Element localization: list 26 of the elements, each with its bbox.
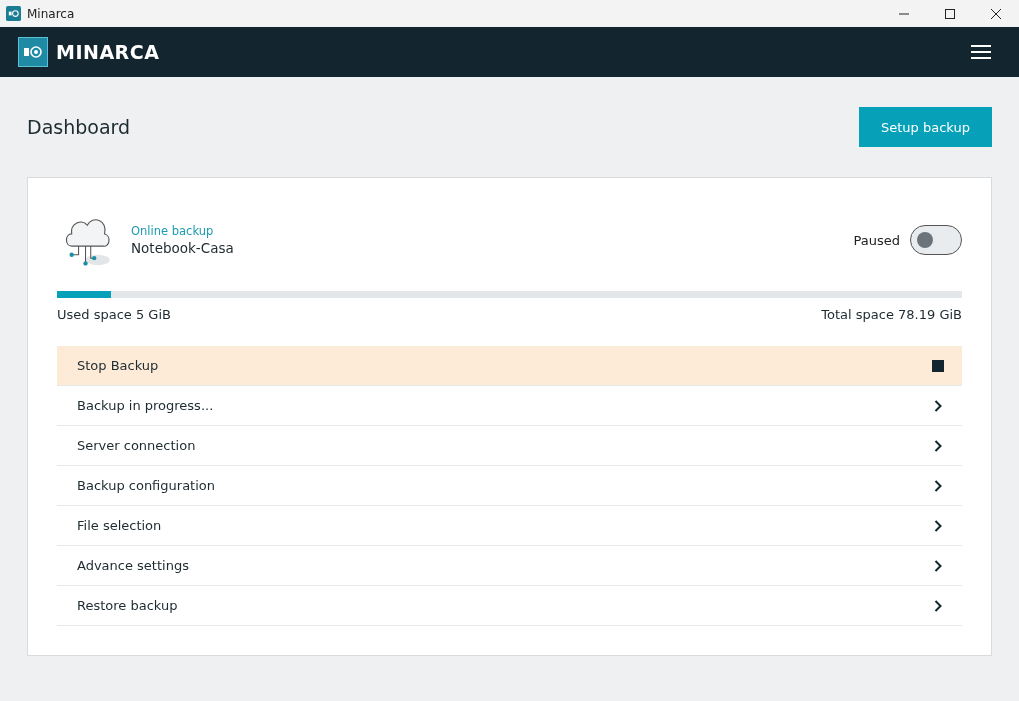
chevron-icon	[934, 519, 942, 532]
chevron-icon	[934, 559, 942, 572]
backup-type: Online backup	[131, 224, 215, 238]
page-title: Dashboard	[27, 116, 131, 138]
app-icon	[6, 6, 21, 21]
used-space: Used space 5 GiB	[57, 307, 171, 322]
menu-item[interactable]: File selection	[57, 506, 962, 546]
toggle-switch[interactable]	[910, 225, 962, 255]
chevron-icon	[934, 479, 942, 492]
stop-icon	[932, 359, 944, 372]
total-space: Total space 78.19 GiB	[821, 307, 962, 322]
menu-icon[interactable]	[971, 44, 991, 60]
window-title: Minarca	[27, 6, 75, 21]
menu-item[interactable]: Backup in progress...	[57, 386, 962, 426]
chevron-icon	[934, 439, 942, 452]
status-label: Paused	[853, 232, 900, 248]
menu-item[interactable]: Server connection	[57, 426, 962, 466]
brand-name: MINARCA	[56, 41, 160, 63]
menu-item[interactable]: Advance settings	[57, 546, 962, 586]
chevron-icon	[934, 599, 942, 612]
chevron-icon	[934, 399, 942, 412]
menu-item[interactable]: Restore backup	[57, 586, 962, 626]
menu-item[interactable]: Backup configuration	[57, 466, 962, 506]
logo-icon	[18, 37, 48, 67]
backup-name: Notebook-Casa	[131, 240, 234, 256]
stop-backup-item[interactable]: Stop Backup	[57, 346, 962, 386]
